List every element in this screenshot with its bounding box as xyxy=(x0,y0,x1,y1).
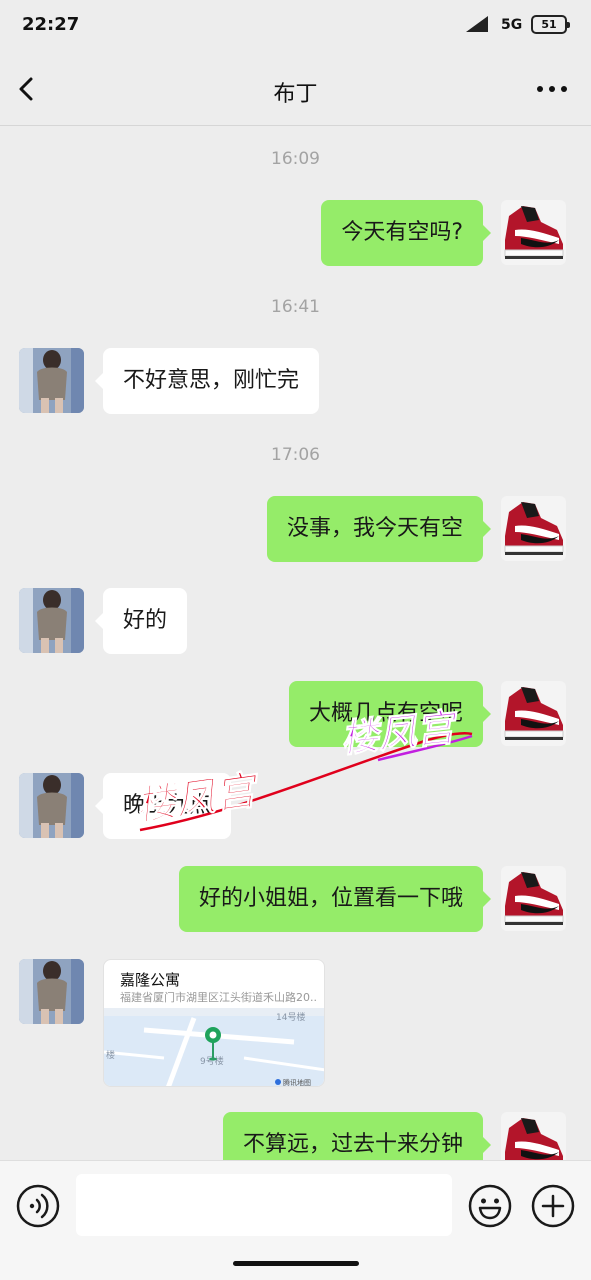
contact-avatar-image xyxy=(19,773,84,838)
more-options-icon[interactable] xyxy=(534,74,570,104)
sent-message-bubble[interactable]: 好的小姐姐，位置看一下哦 xyxy=(178,866,492,932)
status-time: 22:27 xyxy=(22,14,80,35)
home-indicator[interactable] xyxy=(233,1261,359,1266)
received-message-bubble[interactable]: 不好意思，刚忙完 xyxy=(94,348,320,414)
sent-message-bubble[interactable]: 没事，我今天有空 xyxy=(266,496,492,562)
map-label-building: 楼 xyxy=(106,1049,115,1061)
contact-avatar-image xyxy=(19,588,84,653)
signal-icon xyxy=(466,16,488,32)
emoji-icon[interactable] xyxy=(468,1184,512,1228)
battery-level: 51 xyxy=(541,18,557,31)
contact-avatar-image xyxy=(19,348,84,413)
received-message-bubble[interactable]: 好的 xyxy=(94,588,188,654)
more-actions-plus-icon[interactable] xyxy=(531,1184,575,1228)
contact-avatar-image xyxy=(19,959,84,1024)
my-avatar[interactable] xyxy=(501,200,566,265)
map-source-label: 腾讯地图 xyxy=(283,1078,311,1087)
battery-icon: 51 xyxy=(531,15,570,34)
my-avatar[interactable] xyxy=(501,1112,566,1160)
map-label-building-9: 9号楼 xyxy=(200,1055,224,1067)
watermark-text-red: 楼凤宫 xyxy=(133,767,263,830)
my-avatar[interactable] xyxy=(501,866,566,931)
sent-message-bubble[interactable]: 今天有空吗? xyxy=(321,200,491,266)
voice-input-icon[interactable] xyxy=(16,1184,60,1228)
sneaker-avatar-image xyxy=(501,496,566,561)
my-avatar[interactable] xyxy=(501,681,566,746)
watermark-text-purple: 楼凤宫 xyxy=(338,705,461,761)
map-label-building-14: 14号楼 xyxy=(276,1011,305,1023)
sneaker-avatar-image xyxy=(501,200,566,265)
location-map-preview: 14号楼 9号楼 楼 腾讯地图 xyxy=(104,1008,324,1087)
message-input-bar xyxy=(0,1160,591,1280)
watermark-overlay: 楼凤宫 楼凤宫 xyxy=(132,704,473,832)
message-timestamp: 16:41 xyxy=(271,297,320,317)
contact-avatar[interactable] xyxy=(19,959,84,1024)
my-avatar[interactable] xyxy=(501,496,566,561)
status-bar: 22:27 5G 51 xyxy=(0,0,591,52)
location-message-card[interactable]: 嘉隆公寓 福建省厦门市湖里区江头街道禾山路20... 14号楼 9号楼 楼 腾讯… xyxy=(103,959,325,1087)
message-timestamp: 16:09 xyxy=(271,149,320,169)
contact-avatar[interactable] xyxy=(19,588,84,653)
message-timestamp: 17:06 xyxy=(271,445,320,465)
contact-avatar[interactable] xyxy=(19,348,84,413)
chat-title: 布丁 xyxy=(273,82,318,107)
location-address: 福建省厦门市湖里区江头街道禾山路20... xyxy=(120,991,316,1004)
network-type: 5G xyxy=(501,17,523,33)
sneaker-avatar-image xyxy=(501,866,566,931)
contact-avatar[interactable] xyxy=(19,773,84,838)
sneaker-avatar-image xyxy=(501,1112,566,1160)
sent-message-bubble[interactable]: 不算远，过去十来分钟 xyxy=(222,1112,492,1160)
chat-message-list[interactable]: 16:09 今天有空吗? 16:41 不好意思，刚忙完 17:06 没事，我今天… xyxy=(0,127,591,1160)
chat-header: 布丁 xyxy=(0,52,591,126)
sneaker-avatar-image xyxy=(501,681,566,746)
location-name: 嘉隆公寓 xyxy=(120,971,181,989)
message-text-input[interactable] xyxy=(76,1174,452,1236)
